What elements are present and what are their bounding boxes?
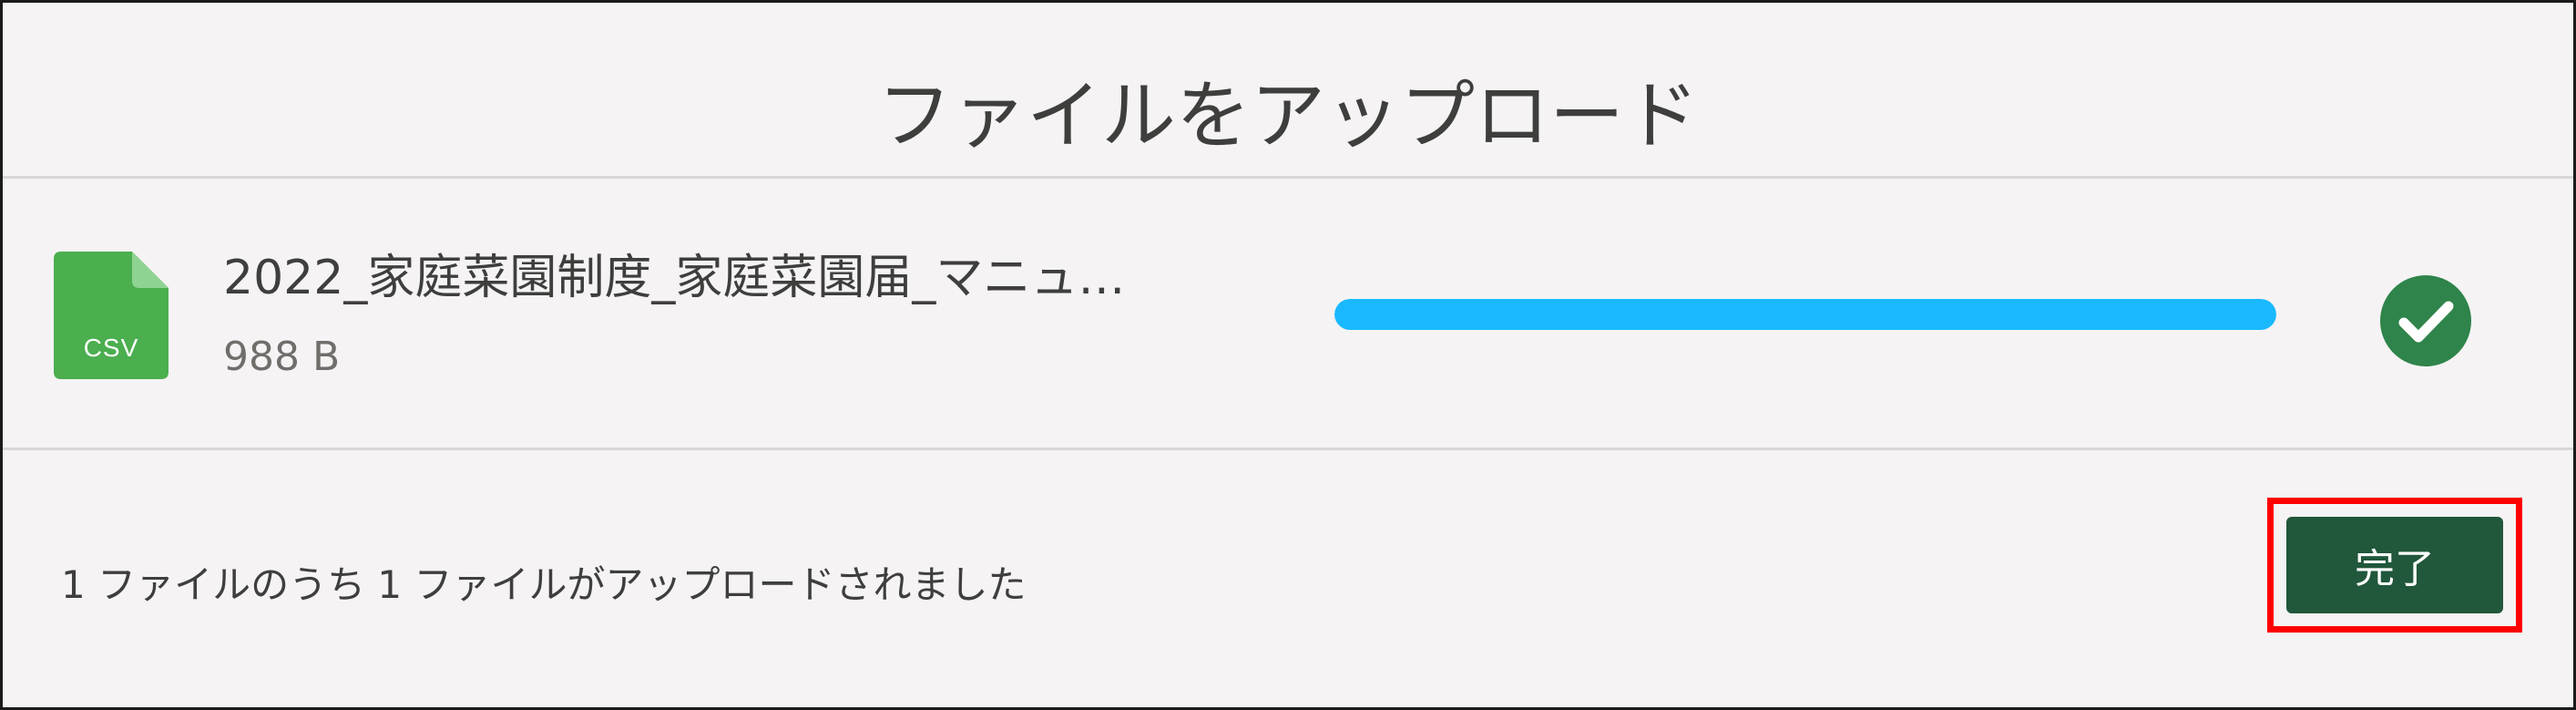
- upload-status-text: 1 ファイルのうち 1 ファイルがアップロードされました: [61, 562, 1027, 607]
- file-size: 988 B: [223, 334, 341, 380]
- upload-progress-bar: [1334, 299, 2276, 330]
- done-button-highlight: 完了: [2267, 498, 2522, 633]
- dialog-header: ファイルをアップロード: [3, 3, 2573, 179]
- csv-icon-label: CSV: [83, 334, 139, 362]
- dialog-footer: 1 ファイルのうち 1 ファイルがアップロードされました 完了: [3, 450, 2573, 707]
- upload-progress-fill: [1334, 299, 2276, 330]
- upload-dialog: ファイルをアップロード CSV 2022_家庭菜園制度_家庭菜園届_マニュ… 9…: [0, 0, 2576, 710]
- done-button[interactable]: 完了: [2286, 517, 2503, 613]
- file-row: CSV 2022_家庭菜園制度_家庭菜園届_マニュ… 988 B: [3, 179, 2573, 450]
- file-name: 2022_家庭菜園制度_家庭菜園届_マニュ…: [223, 251, 1126, 305]
- check-circle-icon: [2378, 273, 2473, 368]
- dialog-title: ファイルをアップロード: [876, 72, 1699, 159]
- csv-file-icon: CSV: [54, 252, 169, 379]
